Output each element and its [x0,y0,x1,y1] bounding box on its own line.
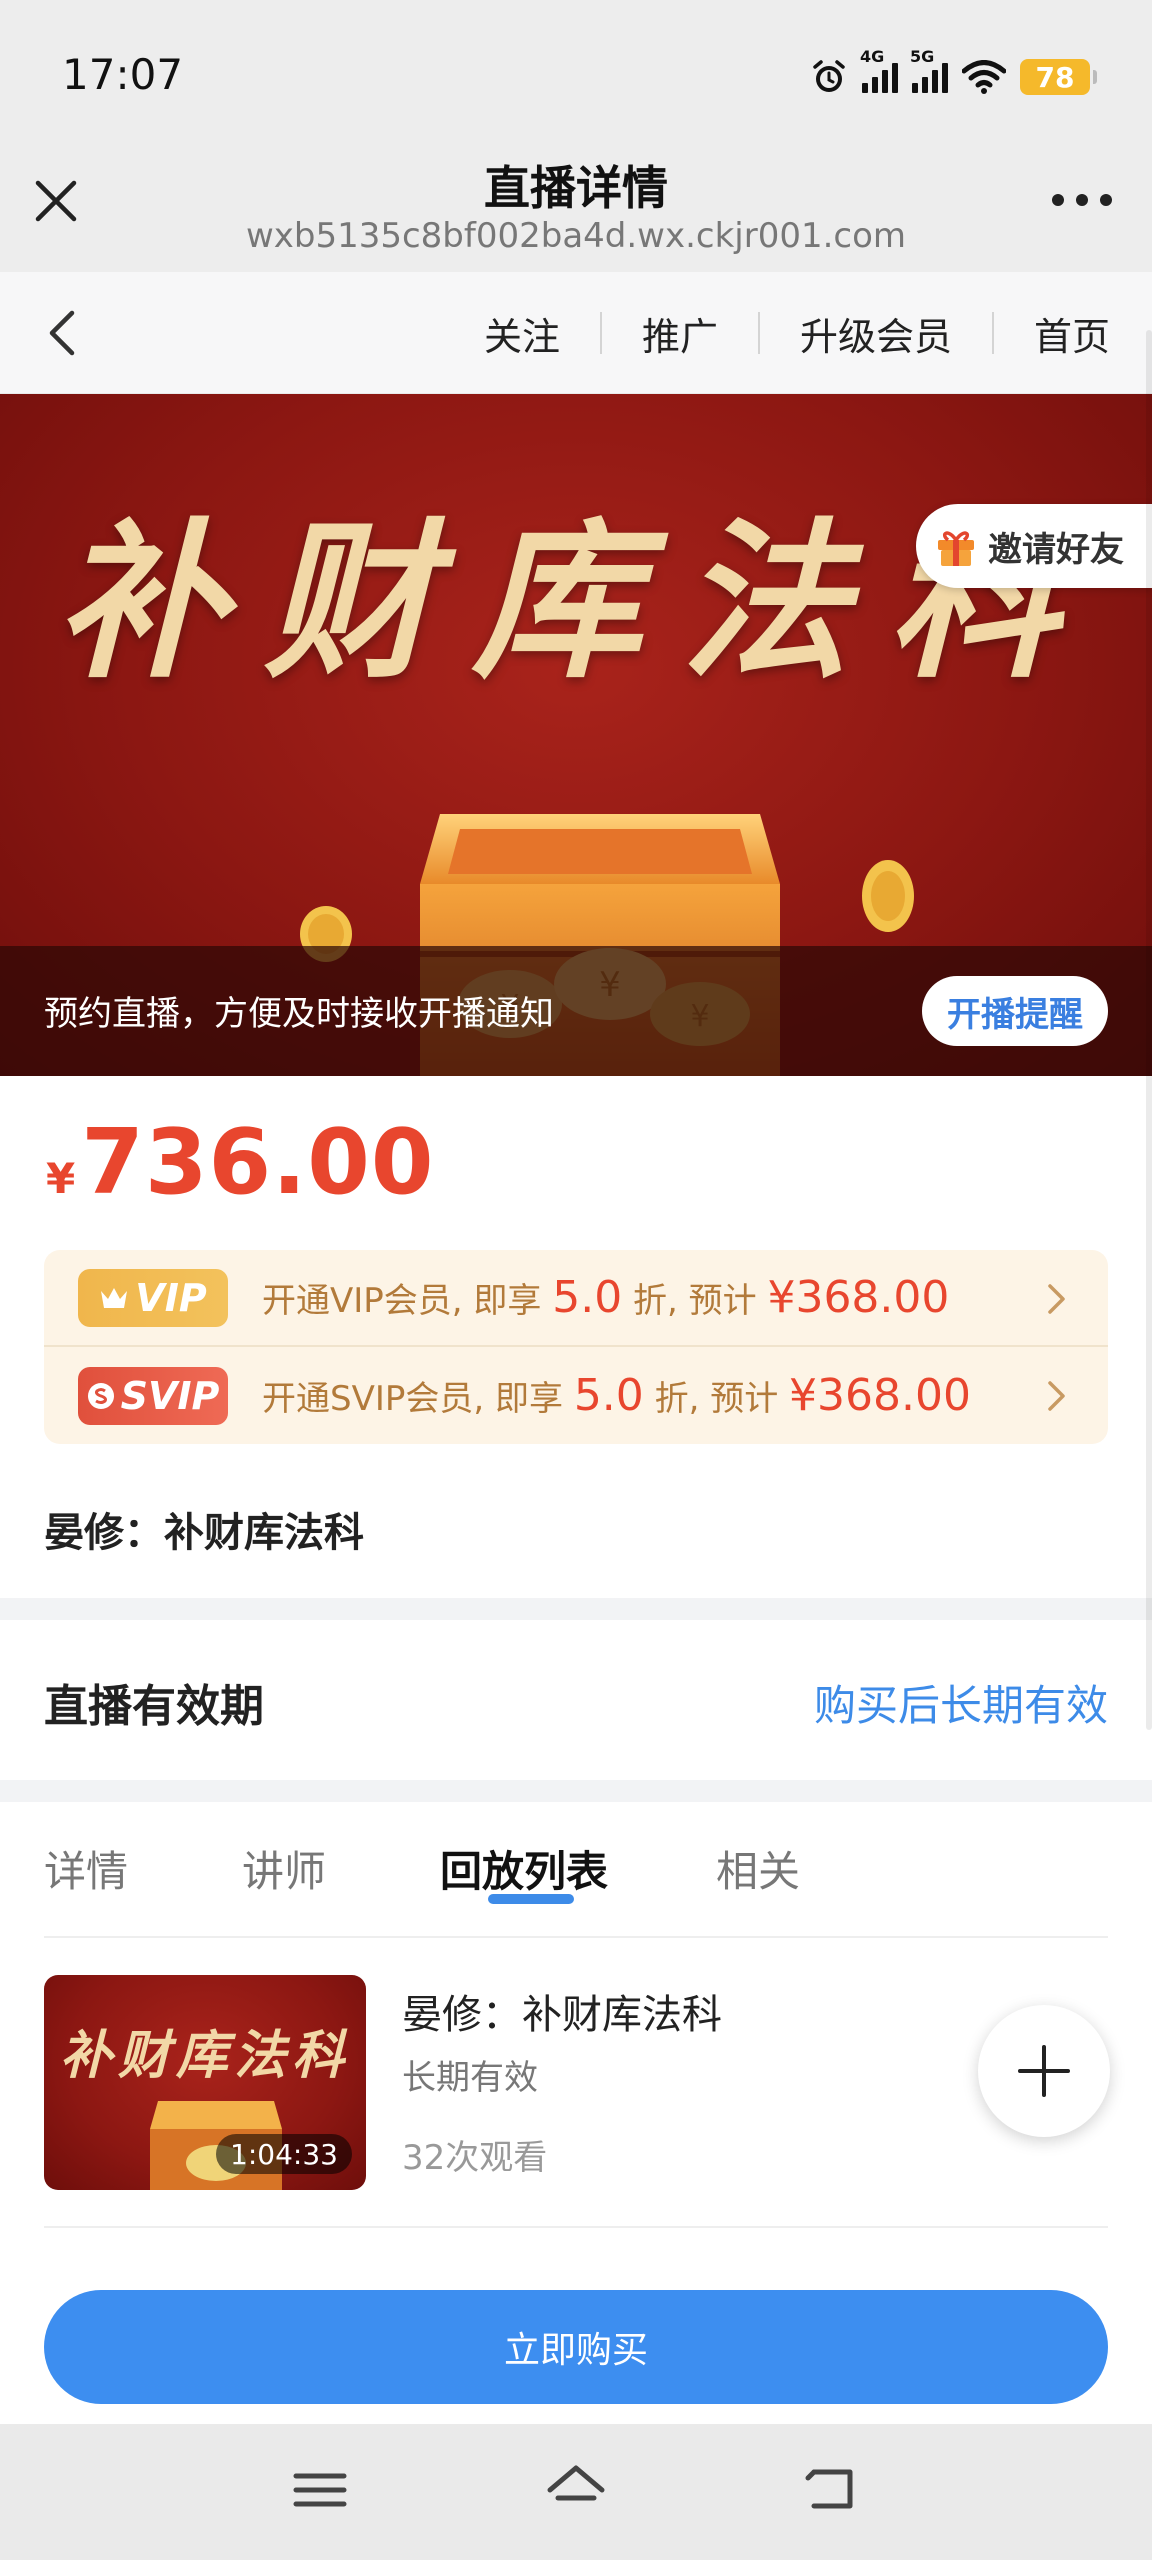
tab-related[interactable]: 相关 [716,1838,800,1938]
menu-icon[interactable] [288,2460,352,2520]
buy-bar: 立即购买 [0,2268,1152,2424]
section-divider [0,1780,1152,1802]
nav-links: 关注 推广 升级会员 首页 [444,272,1110,394]
nav-link-upgrade[interactable]: 升级会员 [760,306,992,361]
signal-5g-icon: 5G [910,47,948,93]
nav-link-promote[interactable]: 推广 [602,306,758,361]
page-title: 直播详情 [484,161,668,215]
scrollbar[interactable] [1146,330,1152,1730]
svip-offer-mid: 折, 预计 [654,1379,779,1419]
gold-coin-icon [862,860,914,932]
chevron-right-icon [1048,1284,1065,1314]
vip-discount-box: VIP 开通VIP会员, 即享 5.0 折, 预计 ¥368.00 SVIP 开… [44,1250,1108,1444]
title-bar: 直播详情 wxb5135c8bf002ba4d.wx.ckjr001.com [0,140,1152,272]
vip-badge: VIP [78,1268,228,1327]
notify-text: 预约直播，方便及时接收开播通知 [44,994,554,1034]
price-value: 736.00 [81,1110,435,1215]
gift-icon [938,531,974,566]
vip-offer-text: 开通VIP会员, 即享 5.0 折, 预计 ¥368.00 [262,1272,949,1323]
nav-link-home[interactable]: 首页 [994,306,1110,361]
svip-mark-icon [87,1382,114,1409]
more-dots-icon[interactable] [1052,190,1112,210]
tab-replay-list-label: 回放列表 [440,1847,609,1896]
validity-value: 购买后长期有效 [813,1681,1108,1730]
svip-badge: SVIP [78,1366,228,1425]
tab-details[interactable]: 详情 [44,1838,128,1938]
price-currency-symbol: ¥ [46,1154,76,1203]
tab-divider [44,1936,1108,1938]
svip-offer-amount: ¥368.00 [789,1370,971,1421]
price: ¥ 736.00 [46,1110,435,1215]
tab-lecturer[interactable]: 讲师 [242,1838,326,1938]
validity-label: 直播有效期 [44,1681,264,1732]
signal-5g-label: 5G [910,47,935,66]
replay-view-count: 32次观看 [402,2138,548,2178]
live-banner[interactable]: 补财库法科 ¥ ¥ ¥ 邀请好友 [0,394,1152,1076]
svip-offer-prefix: 开通SVIP会员, 即享 [262,1379,563,1419]
nav-bar: 关注 推广 升级会员 首页 [0,272,1152,394]
svip-offer-row[interactable]: SVIP 开通SVIP会员, 即享 5.0 折, 预计 ¥368.00 [44,1347,1108,1444]
plus-icon [1018,2045,1070,2097]
back-chevron-icon[interactable] [40,307,88,359]
page-url: wxb5135c8bf002ba4d.wx.ckjr001.com [245,216,907,256]
vip-offer-discount: 5.0 [552,1272,623,1323]
invite-friends-button[interactable]: 邀请好友 [916,504,1152,588]
course-title: 晏修：补财库法科 [44,1510,364,1556]
svip-offer-discount: 5.0 [573,1370,644,1421]
content-tabs: 详情 讲师 回放列表 相关 [44,1838,914,1938]
invite-friends-label: 邀请好友 [988,529,1124,570]
status-icons: 4G 5G 78 [810,47,1097,102]
nav-link-follow[interactable]: 关注 [444,306,600,361]
alarm-icon [813,60,845,92]
duration-badge: 1:04:33 [216,2134,352,2174]
vip-offer-amount: ¥368.00 [767,1272,950,1323]
battery-indicator: 78 [1020,59,1097,95]
svip-badge-label: SVIP [120,1373,220,1418]
signal-4g-icon: 4G [860,47,898,93]
status-bar: 17:07 4G 5G 78 [0,0,1152,140]
svip-offer-text: 开通SVIP会员, 即享 5.0 折, 预计 ¥368.00 [262,1370,971,1421]
vip-offer-prefix: 开通VIP会员, 即享 [262,1281,542,1321]
thumbnail-title: 补财库法科 [59,2025,350,2086]
home-icon[interactable] [544,2460,608,2520]
system-nav-bar [0,2424,1152,2560]
crown-icon [101,1287,128,1308]
vip-offer-mid: 折, 预计 [633,1281,757,1321]
status-time: 17:07 [62,50,184,99]
add-button[interactable] [978,2005,1110,2137]
back-icon[interactable] [800,2460,864,2520]
notify-strip: 预约直播，方便及时接收开播通知 开播提醒 [0,946,1152,1076]
vip-badge-label: VIP [135,1275,207,1320]
signal-4g-label: 4G [860,47,885,66]
live-reminder-button[interactable]: 开播提醒 [922,976,1108,1046]
list-divider [44,2226,1108,2228]
replay-title[interactable]: 晏修：补财库法科 [402,1982,722,2040]
section-divider [0,1598,1152,1620]
replay-thumbnail[interactable]: 补财库法科 1:04:33 [44,1975,366,2190]
replay-validity: 长期有效 [402,2058,538,2098]
vip-offer-row[interactable]: VIP 开通VIP会员, 即享 5.0 折, 预计 ¥368.00 [44,1250,1108,1347]
buy-now-button[interactable]: 立即购买 [44,2290,1108,2404]
wifi-icon [962,60,1006,94]
chevron-right-icon [1048,1381,1065,1411]
tab-replay-list[interactable]: 回放列表 [440,1838,608,1938]
